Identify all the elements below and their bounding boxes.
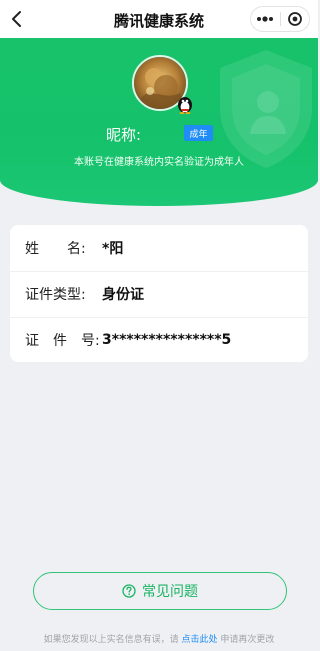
profile-header: 昵称: 成年 本账号在健康系统内实名验证为成年人 <box>0 38 318 206</box>
footer-text-after: 申请再次更改 <box>220 635 275 645</box>
faq-label: 常见问题 <box>142 584 198 600</box>
mini-program-capsule <box>250 6 310 32</box>
more-dots-icon <box>257 16 274 22</box>
identity-info-card: 姓 名: *阳 证件类型: 身份证 证 件 号: 3**************… <box>10 225 308 362</box>
question-circle-icon <box>122 584 136 598</box>
app-root: 腾讯健康系统 昵称: 成年 本账号在健康系统内实名验证为成年人 姓 名: *阳 … <box>0 0 318 651</box>
id-type-value: 身份证 <box>102 287 144 303</box>
info-row-name: 姓 名: *阳 <box>10 225 308 270</box>
name-value: *阳 <box>102 240 124 257</box>
faq-button[interactable]: 常见问题 <box>33 572 287 610</box>
info-row-id-number: 证 件 号: 3***************5 <box>10 317 308 362</box>
verification-note: 本账号在健康系统内实名验证为成年人 <box>74 157 244 168</box>
correction-link[interactable]: 点击此处 <box>181 635 217 645</box>
id-number-label: 证 件 号: <box>25 333 100 349</box>
name-label: 姓 名: <box>25 240 86 257</box>
close-button[interactable] <box>281 7 310 31</box>
qq-penguin-icon <box>178 97 192 114</box>
nav-bar: 腾讯健康系统 <box>0 0 318 38</box>
nickname-label: 昵称: <box>106 126 142 144</box>
footer-note: 如果您发现以上实名信息有误，请 点击此处 申请再次更改 <box>0 632 318 645</box>
info-row-id-type: 证件类型: 身份证 <box>10 271 308 316</box>
footer-text-before: 如果您发现以上实名信息有误，请 <box>43 635 179 645</box>
id-number-value: 3***************5 <box>102 332 232 348</box>
id-type-label: 证件类型: <box>25 287 86 303</box>
more-button[interactable] <box>251 7 280 31</box>
target-close-icon <box>287 12 302 26</box>
adult-badge: 成年 <box>184 125 213 141</box>
